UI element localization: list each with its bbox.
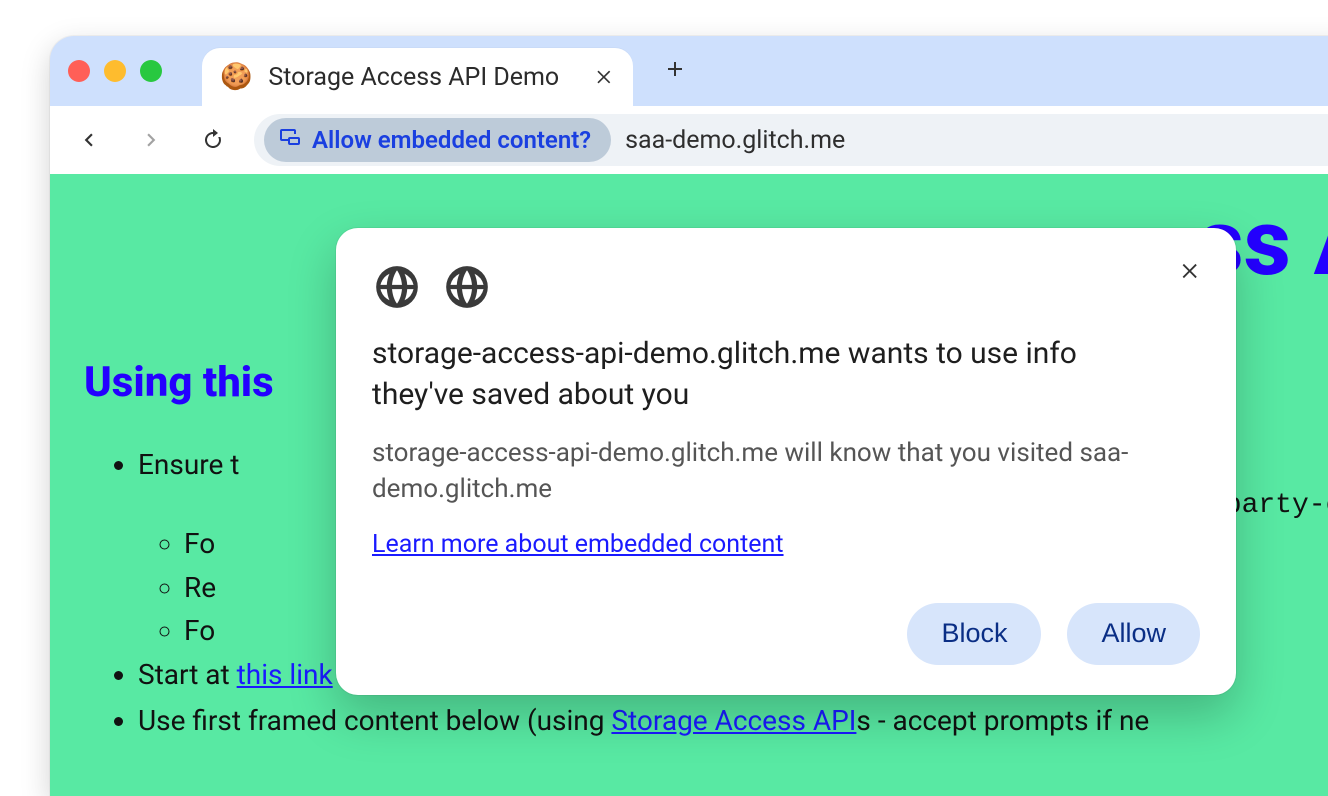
tab-favicon-icon: 🍪 xyxy=(220,64,252,90)
close-icon[interactable] xyxy=(1174,254,1208,288)
reload-button[interactable] xyxy=(192,119,234,161)
block-button[interactable]: Block xyxy=(907,603,1041,665)
forward-button[interactable] xyxy=(130,119,172,161)
close-tab-icon[interactable] xyxy=(595,61,615,94)
tab-strip: 🍪 Storage Access API Demo xyxy=(50,36,1328,106)
learn-more-link[interactable]: Learn more about embedded content xyxy=(372,530,784,559)
maximize-window-button[interactable] xyxy=(140,60,162,82)
permission-popover: storage-access-api-demo.glitch.me wants … xyxy=(336,228,1236,695)
storage-access-api-link[interactable]: Storage Access API xyxy=(611,704,856,737)
globe-icon xyxy=(372,262,422,312)
omnibox[interactable]: Allow embedded content? saa-demo.glitch.… xyxy=(254,114,1328,166)
toolbar: Allow embedded content? saa-demo.glitch.… xyxy=(50,106,1328,174)
popover-actions: Block Allow xyxy=(372,603,1200,665)
allow-button[interactable]: Allow xyxy=(1067,603,1200,665)
active-tab[interactable]: 🍪 Storage Access API Demo xyxy=(202,48,633,106)
this-link[interactable]: this link xyxy=(237,658,333,691)
url-text: saa-demo.glitch.me xyxy=(625,126,845,155)
origin-icons xyxy=(372,262,1200,312)
embed-icon xyxy=(278,125,302,155)
list-item: Use first framed content below (using St… xyxy=(138,699,1328,742)
permission-chip[interactable]: Allow embedded content? xyxy=(264,118,611,162)
globe-icon xyxy=(442,262,492,312)
close-window-button[interactable] xyxy=(68,60,90,82)
back-button[interactable] xyxy=(68,119,110,161)
popover-subtitle: storage-access-api-demo.glitch.me will k… xyxy=(372,435,1172,508)
new-tab-button[interactable] xyxy=(663,54,687,89)
minimize-window-button[interactable] xyxy=(104,60,126,82)
window-controls xyxy=(68,60,162,82)
browser-window: 🍪 Storage Access API Demo xyxy=(50,36,1328,796)
popover-title: storage-access-api-demo.glitch.me wants … xyxy=(372,334,1112,415)
tab-title: Storage Access API Demo xyxy=(268,63,559,92)
permission-chip-label: Allow embedded content? xyxy=(312,126,591,154)
